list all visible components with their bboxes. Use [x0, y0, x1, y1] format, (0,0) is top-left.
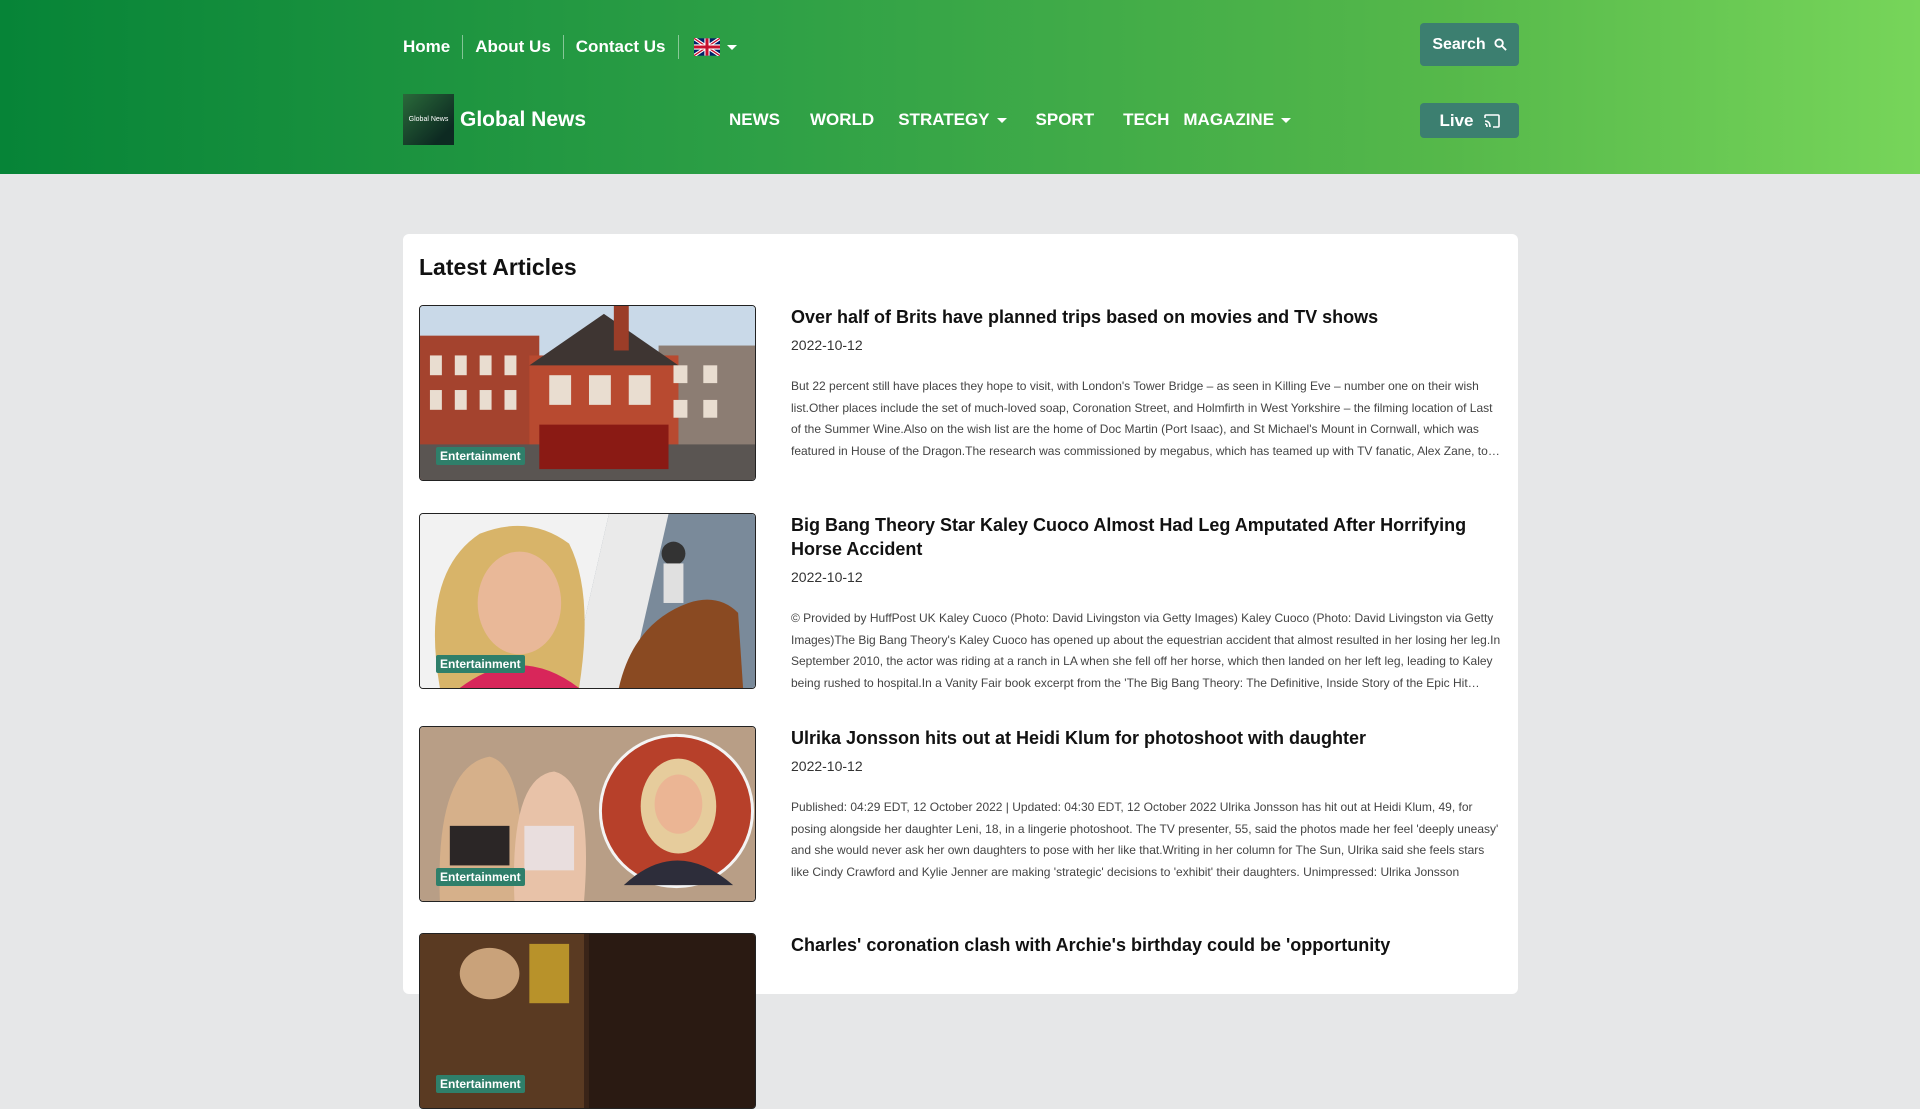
category-badge[interactable]: Entertainment	[436, 868, 525, 886]
article-thumbnail[interactable]: Entertainment	[419, 513, 756, 689]
article-date: 2022-10-12	[791, 758, 863, 774]
nav-sport[interactable]: SPORT	[1036, 110, 1095, 130]
cast-icon	[1483, 113, 1500, 128]
chevron-down-icon	[1281, 117, 1292, 123]
nav-magazine[interactable]: MAGAZINE	[1183, 110, 1292, 130]
article-excerpt: © Provided by HuffPost UK Kaley Cuoco (P…	[791, 611, 1501, 690]
uk-flag-icon	[693, 38, 720, 56]
live-button[interactable]: Live	[1420, 103, 1519, 138]
nav-strategy[interactable]: STRATEGY	[898, 110, 1007, 130]
site-logo[interactable]: Global News Global News	[403, 94, 586, 145]
language-selector[interactable]	[679, 38, 737, 56]
article-thumbnail[interactable]: Entertainment	[419, 933, 756, 1109]
contact-us-link[interactable]: Contact Us	[564, 35, 679, 59]
nav-strategy-label: STRATEGY	[898, 110, 990, 129]
nav-magazine-label: MAGAZINE	[1183, 110, 1275, 129]
live-button-label: Live	[1439, 110, 1474, 130]
article-thumbnail[interactable]: Entertainment	[419, 305, 756, 481]
main-nav: NEWS WORLD STRATEGY SPORT TECH MAGAZINE	[729, 110, 1292, 130]
category-badge[interactable]: Entertainment	[436, 1075, 525, 1093]
category-badge[interactable]: Entertainment	[436, 655, 525, 673]
article-date: 2022-10-12	[791, 569, 863, 585]
category-badge[interactable]: Entertainment	[436, 447, 525, 465]
site-header: Home About Us Contact Us Search Global N…	[0, 0, 1920, 174]
article-excerpt: Published: 04:29 EDT, 12 October 2022 | …	[791, 800, 1499, 879]
section-title: Latest Articles	[419, 254, 577, 280]
chevron-down-icon	[996, 117, 1007, 123]
search-button-label: Search	[1432, 35, 1486, 53]
home-link[interactable]: Home	[403, 35, 464, 59]
article-date: 2022-10-12	[791, 337, 863, 353]
top-nav: Home About Us Contact Us	[403, 34, 737, 60]
about-us-link[interactable]: About Us	[463, 35, 564, 59]
article-title[interactable]: Ulrika Jonsson hits out at Heidi Klum fo…	[791, 726, 1504, 750]
nav-tech[interactable]: TECH	[1123, 110, 1169, 130]
search-icon	[1494, 38, 1507, 51]
article-title[interactable]: Charles' coronation clash with Archie's …	[791, 933, 1504, 957]
article-excerpt: But 22 percent still have places they ho…	[791, 379, 1493, 458]
search-button[interactable]: Search	[1420, 23, 1519, 66]
chevron-down-icon	[726, 44, 737, 50]
article-title[interactable]: Big Bang Theory Star Kaley Cuoco Almost …	[791, 513, 1504, 561]
nav-news[interactable]: NEWS	[729, 110, 780, 130]
latest-articles-card: Latest Articles Entertainment Over half …	[403, 234, 1518, 1109]
article-thumbnail[interactable]: Entertainment	[419, 726, 756, 902]
logo-badge: Global News	[403, 94, 454, 145]
nav-world[interactable]: WORLD	[810, 110, 874, 130]
article-title[interactable]: Over half of Brits have planned trips ba…	[791, 305, 1504, 329]
site-name: Global News	[460, 107, 587, 131]
